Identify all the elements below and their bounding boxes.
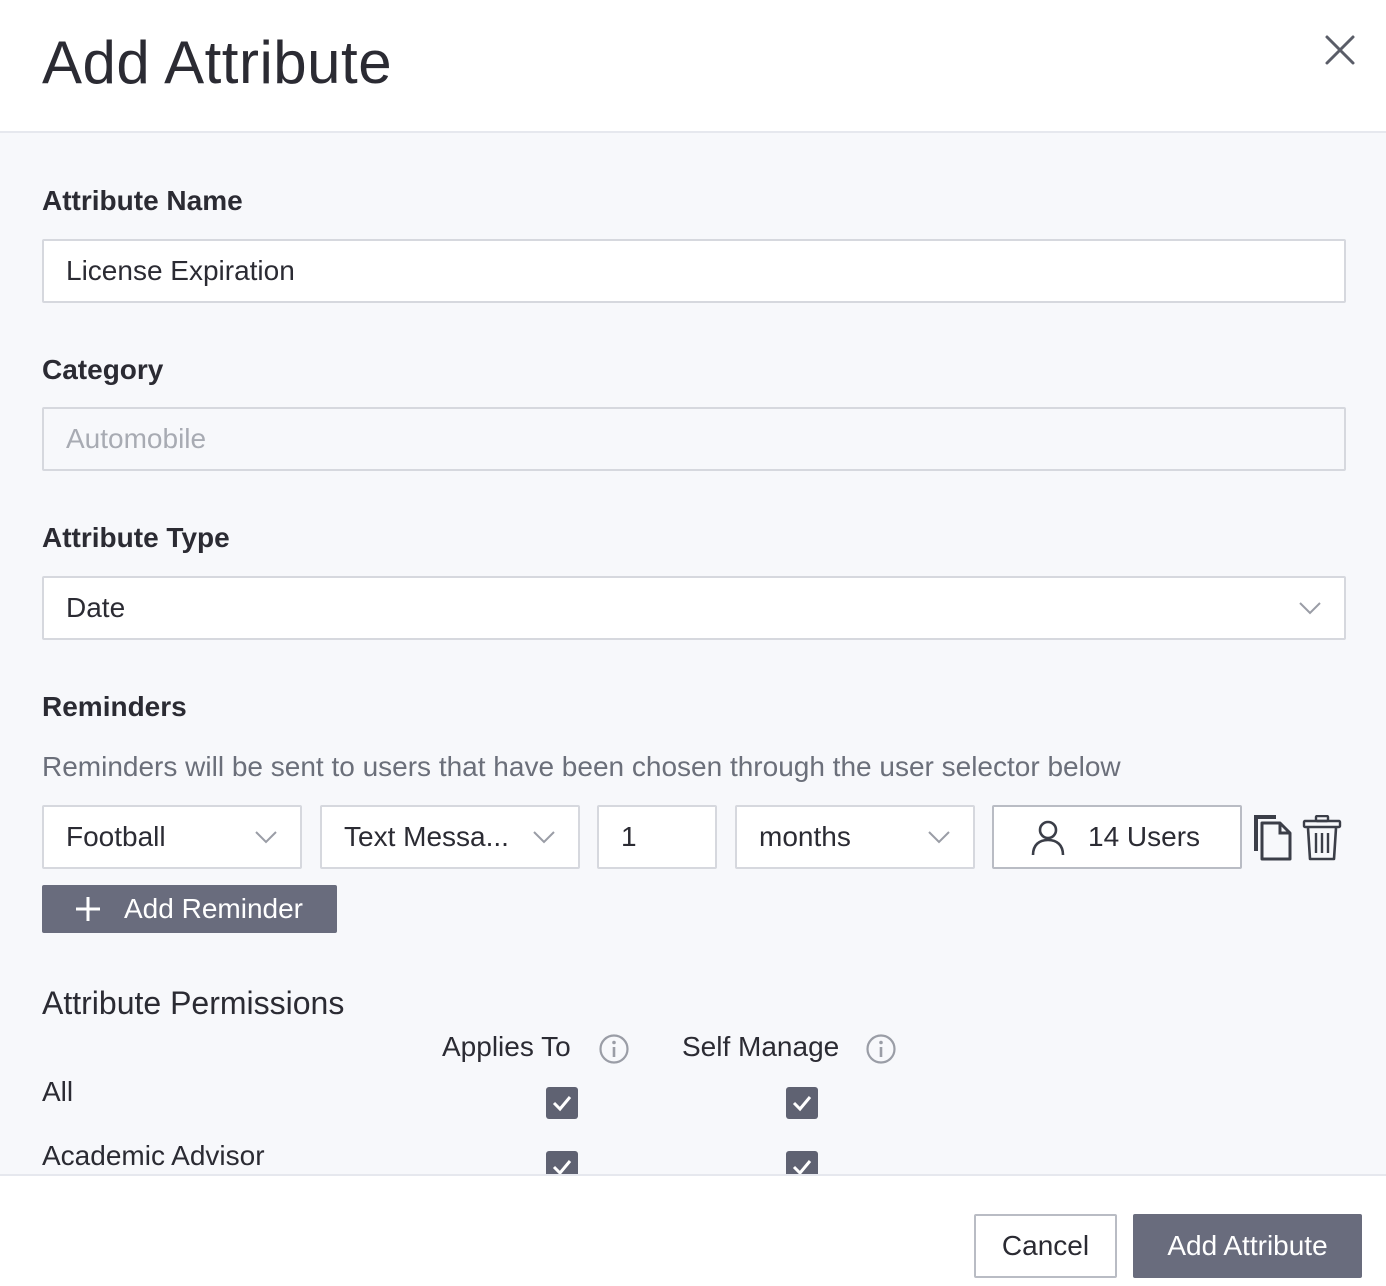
category-label: Category (42, 354, 164, 385)
reminders-label: Reminders (42, 691, 187, 722)
attribute-name-value: License Expiration (66, 255, 295, 286)
plus-icon (76, 897, 100, 921)
user-icon (1031, 820, 1065, 856)
reminder-amount-value: 1 (621, 821, 637, 852)
add-reminder-label: Add Reminder (124, 893, 303, 924)
permission-row-label: Academic Advisor (42, 1140, 265, 1171)
check-icon (792, 1096, 812, 1112)
add-attribute-button[interactable]: Add Attribute (1133, 1214, 1362, 1278)
dialog-body: Attribute Name License Expiration Catego… (0, 133, 1386, 1174)
attribute-name-input[interactable]: License Expiration (42, 239, 1346, 303)
permission-row-label: All (42, 1076, 74, 1107)
applies-to-header: Applies To (442, 1031, 571, 1062)
reminder-unit-value: months (759, 821, 851, 852)
close-icon (1325, 35, 1355, 65)
user-selector-button[interactable]: 14 Users (992, 805, 1242, 869)
reminder-group-value: Football (66, 821, 166, 852)
info-icon[interactable] (865, 1033, 897, 1065)
attribute-type-value: Date (66, 592, 126, 623)
attribute-type-select[interactable]: Date (42, 576, 1346, 640)
chevron-down-icon (1298, 600, 1322, 616)
close-button[interactable] (1318, 28, 1362, 72)
applies-to-checkbox[interactable] (546, 1087, 578, 1119)
info-icon[interactable] (598, 1033, 630, 1065)
attribute-name-label: Attribute Name (42, 185, 243, 216)
add-attribute-dialog: Add Attribute Attribute Name License Exp… (0, 0, 1386, 1286)
chevron-down-icon (532, 829, 556, 845)
check-icon (792, 1160, 812, 1174)
category-placeholder: Automobile (66, 423, 207, 454)
cancel-button[interactable]: Cancel (974, 1214, 1117, 1278)
attribute-type-label: Attribute Type (42, 522, 230, 553)
reminder-unit-select[interactable]: months (735, 805, 975, 869)
reminder-method-select[interactable]: Text Messa... (320, 805, 580, 869)
category-input[interactable]: Automobile (42, 407, 1346, 471)
self-manage-header: Self Manage (682, 1031, 840, 1062)
check-icon (552, 1160, 572, 1174)
dialog-footer: Cancel Add Attribute (0, 1174, 1386, 1286)
trash-icon[interactable] (1302, 814, 1342, 861)
permissions-title: Attribute Permissions (42, 985, 345, 1021)
add-reminder-button[interactable]: Add Reminder (42, 885, 337, 933)
reminders-hint: Reminders will be sent to users that hav… (42, 751, 1121, 782)
dialog-header: Add Attribute (0, 0, 1386, 133)
reminder-group-select[interactable]: Football (42, 805, 302, 869)
check-icon (552, 1096, 572, 1112)
user-count: 14 Users (1088, 821, 1201, 852)
self-manage-checkbox[interactable] (786, 1087, 818, 1119)
reminder-method-value: Text Messa... (344, 821, 509, 852)
dialog-title: Add Attribute (42, 29, 393, 96)
copy-icon[interactable] (1252, 813, 1294, 861)
self-manage-checkbox[interactable] (786, 1151, 818, 1174)
reminder-amount-input[interactable]: 1 (597, 805, 717, 869)
chevron-down-icon (254, 829, 278, 845)
chevron-down-icon (927, 829, 951, 845)
applies-to-checkbox[interactable] (546, 1151, 578, 1174)
